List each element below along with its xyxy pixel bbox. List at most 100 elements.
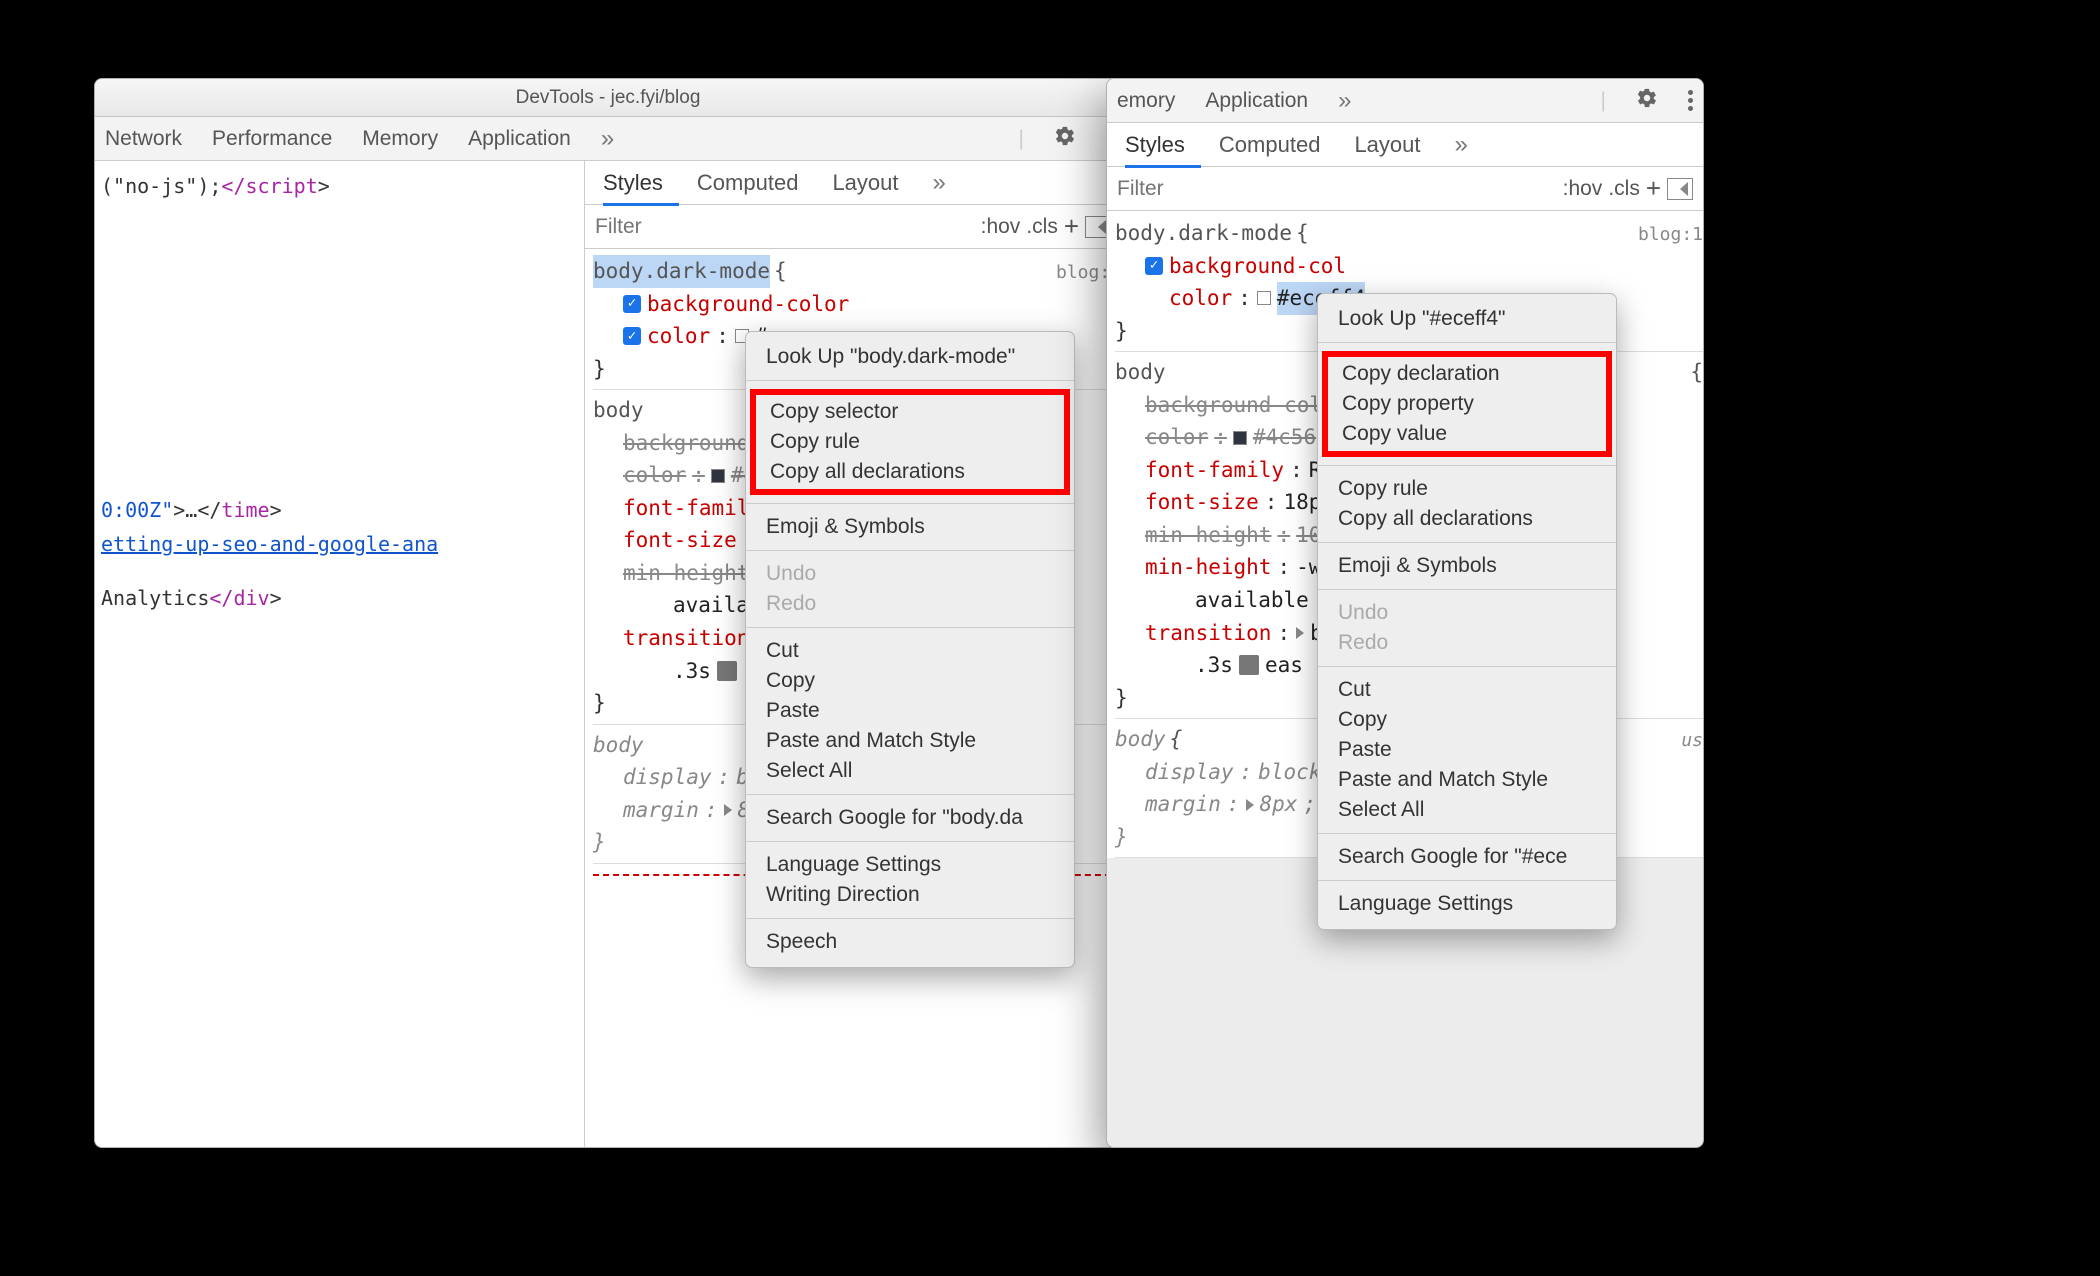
kebab-icon[interactable]	[1688, 90, 1693, 111]
menu-paste-match[interactable]: Paste and Match Style	[1318, 765, 1616, 795]
subtab-layout[interactable]: Layout	[832, 170, 898, 196]
css-property: display	[623, 761, 712, 794]
css-selector: body.dark-mode	[593, 255, 770, 288]
gear-icon[interactable]	[1636, 87, 1658, 115]
css-property: min-height	[1145, 519, 1271, 552]
titlebar: DevTools - jec.fyi/blog	[95, 79, 1121, 117]
menu-language[interactable]: Language Settings	[1318, 889, 1616, 919]
css-property: background-color	[647, 288, 849, 321]
tab-application[interactable]: Application	[1205, 89, 1308, 113]
gear-icon[interactable]	[1054, 125, 1076, 153]
expand-icon[interactable]	[1246, 799, 1254, 811]
easing-icon[interactable]	[1239, 655, 1259, 675]
code-text: >…</	[173, 498, 221, 522]
code-text: >	[270, 498, 282, 522]
menu-speech[interactable]: Speech	[746, 927, 1074, 957]
tabs-overflow-icon[interactable]: »	[601, 125, 614, 153]
css-value: .3s	[1195, 649, 1233, 682]
css-property: font-family	[623, 492, 762, 525]
add-rule-button[interactable]: +	[1064, 211, 1079, 242]
css-value: eas	[1265, 649, 1303, 682]
css-property: min-height	[1145, 551, 1271, 584]
menu-lookup[interactable]: Look Up "body.dark-mode"	[746, 342, 1074, 372]
subtabs-overflow-icon[interactable]: »	[933, 169, 946, 197]
menu-copy[interactable]: Copy	[746, 666, 1074, 696]
color-swatch[interactable]	[1257, 291, 1271, 305]
window-title: DevTools - jec.fyi/blog	[95, 79, 1121, 117]
menu-copy[interactable]: Copy	[1318, 705, 1616, 735]
tab-network[interactable]: Network	[105, 127, 182, 151]
css-property: font-size	[1145, 486, 1259, 519]
link[interactable]: etting-up-seo-and-google-ana	[101, 532, 438, 556]
menu-paste[interactable]: Paste	[1318, 735, 1616, 765]
menu-language[interactable]: Language Settings	[746, 850, 1074, 880]
menu-writing-direction[interactable]: Writing Direction	[746, 880, 1074, 910]
filter-input[interactable]	[1117, 177, 1557, 201]
code-tag: time	[221, 498, 269, 522]
menu-copy-all-declarations[interactable]: Copy all declarations	[770, 457, 1048, 487]
computed-toggle-icon[interactable]	[1667, 178, 1693, 200]
menu-cut[interactable]: Cut	[746, 636, 1074, 666]
subtab-styles[interactable]: Styles	[1125, 132, 1185, 158]
tab-memory[interactable]: Memory	[362, 127, 438, 151]
subtabs-overflow-icon[interactable]: »	[1455, 131, 1468, 159]
easing-icon[interactable]	[717, 661, 737, 681]
tab-application[interactable]: Application	[468, 127, 571, 151]
css-property: color	[1169, 282, 1232, 315]
expand-icon[interactable]	[724, 804, 732, 816]
tab-memory-partial[interactable]: emory	[1117, 89, 1175, 113]
color-swatch[interactable]	[1233, 431, 1247, 445]
css-property: transition	[1145, 617, 1271, 650]
menu-paste-match[interactable]: Paste and Match Style	[746, 726, 1074, 756]
menu-emoji[interactable]: Emoji & Symbols	[746, 512, 1074, 542]
styles-filterbar: :hov .cls +	[585, 205, 1121, 249]
checkbox-icon[interactable]: ✓	[1145, 257, 1163, 275]
menu-search-google[interactable]: Search Google for "body.da	[746, 803, 1074, 833]
menu-copy-value[interactable]: Copy value	[1342, 419, 1590, 449]
hov-toggle[interactable]: :hov	[1563, 177, 1603, 201]
css-property: color	[647, 320, 710, 353]
tabs-overflow-icon[interactable]: »	[1338, 87, 1351, 115]
css-value: available	[1195, 584, 1309, 617]
menu-emoji[interactable]: Emoji & Symbols	[1318, 551, 1616, 581]
subtab-styles[interactable]: Styles	[603, 170, 663, 196]
css-property: color	[623, 459, 686, 492]
menu-copy-selector[interactable]: Copy selector	[770, 397, 1048, 427]
cls-toggle[interactable]: .cls	[1608, 177, 1640, 201]
add-rule-button[interactable]: +	[1646, 173, 1661, 204]
hov-toggle[interactable]: :hov	[981, 215, 1021, 239]
checkbox-icon[interactable]: ✓	[623, 327, 641, 345]
css-selector: body.dark-mode	[1115, 217, 1292, 250]
menu-copy-rule[interactable]: Copy rule	[1318, 474, 1616, 504]
menu-lookup[interactable]: Look Up "#eceff4"	[1318, 304, 1616, 334]
menu-copy-rule[interactable]: Copy rule	[770, 427, 1048, 457]
highlight-box: Copy declaration Copy property Copy valu…	[1322, 351, 1612, 457]
devtools-tabbar: Network Performance Memory Application »…	[95, 117, 1121, 161]
code-tag: </	[209, 586, 233, 610]
source-panel: ("no-js");</script> 0:00Z">…</time> etti…	[95, 161, 585, 1148]
css-value: block	[1258, 756, 1321, 789]
checkbox-icon[interactable]: ✓	[623, 295, 641, 313]
code-text: Analytics	[101, 586, 209, 610]
menu-select-all[interactable]: Select All	[746, 756, 1074, 786]
color-swatch[interactable]	[711, 469, 725, 483]
expand-icon[interactable]	[1296, 627, 1304, 639]
css-property: margin	[623, 794, 699, 827]
menu-copy-all-declarations[interactable]: Copy all declarations	[1318, 504, 1616, 534]
menu-copy-property[interactable]: Copy property	[1342, 389, 1590, 419]
cls-toggle[interactable]: .cls	[1026, 215, 1058, 239]
filter-input[interactable]	[595, 215, 975, 239]
menu-copy-declaration[interactable]: Copy declaration	[1342, 359, 1590, 389]
subtab-computed[interactable]: Computed	[697, 170, 799, 196]
menu-search-google[interactable]: Search Google for "#ece	[1318, 842, 1616, 872]
tab-performance[interactable]: Performance	[212, 127, 332, 151]
styles-filterbar: :hov .cls +	[1107, 167, 1703, 211]
menu-cut[interactable]: Cut	[1318, 675, 1616, 705]
subtab-layout[interactable]: Layout	[1354, 132, 1420, 158]
subtab-computed[interactable]: Computed	[1219, 132, 1321, 158]
menu-select-all[interactable]: Select All	[1318, 795, 1616, 825]
menu-paste[interactable]: Paste	[746, 696, 1074, 726]
css-property: font-size	[623, 524, 737, 557]
code-attr: 0:00Z"	[101, 498, 173, 522]
css-selector: body	[593, 729, 644, 762]
